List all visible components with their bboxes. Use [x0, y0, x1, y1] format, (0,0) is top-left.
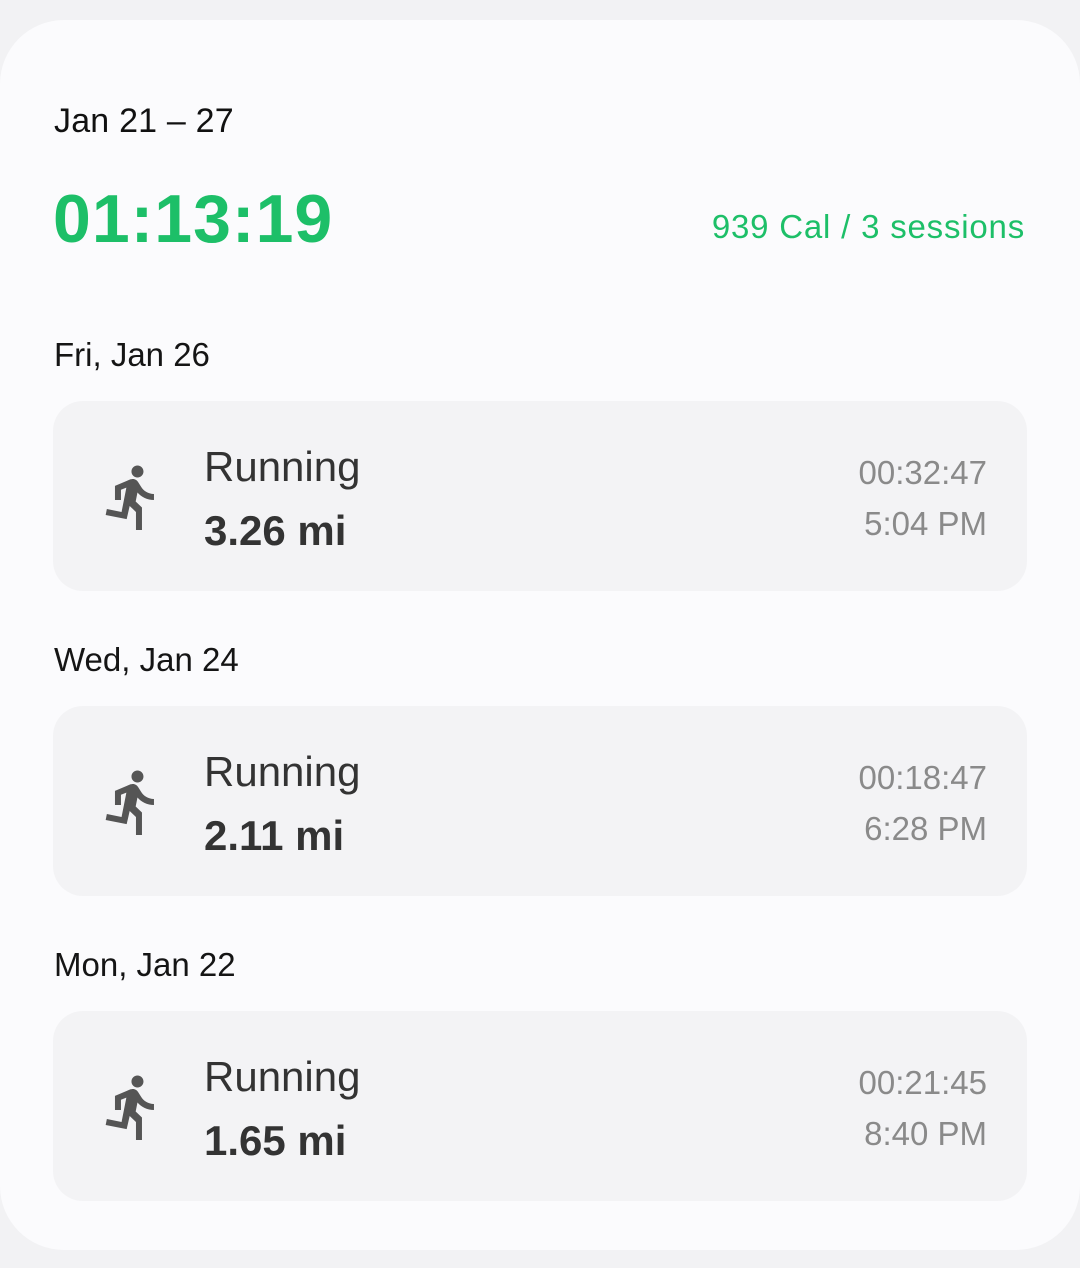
running-icon: [105, 1075, 154, 1140]
calories-sessions-summary: 939 Cal / 3 sessions: [711, 208, 1025, 245]
day-label-fri-jan-26: Fri, Jan 26: [54, 336, 210, 373]
duration: 00:21:45: [858, 1064, 987, 1101]
session-row[interactable]: Running 2.11 mi 00:18:47 6:28 PM: [53, 706, 1027, 896]
session-row[interactable]: Running 1.65 mi 00:21:45 8:40 PM: [53, 1011, 1027, 1201]
start-time: 8:40 PM: [864, 1115, 987, 1152]
duration: 00:32:47: [858, 454, 987, 491]
activity-name: Running: [204, 443, 361, 490]
day-label-mon-jan-22: Mon, Jan 22: [54, 946, 236, 983]
activity-name: Running: [204, 1053, 361, 1100]
duration: 00:18:47: [858, 759, 987, 796]
distance: 3.26 mi: [204, 507, 347, 554]
running-icon: [105, 770, 154, 835]
distance: 2.11 mi: [204, 812, 345, 859]
distance: 1.65 mi: [204, 1117, 347, 1164]
total-time: 01:13:19: [53, 181, 334, 257]
running-icon: [105, 465, 154, 530]
week-range: Jan 21 – 27: [54, 102, 234, 140]
session-row[interactable]: Running 3.26 mi 00:32:47 5:04 PM: [53, 401, 1027, 591]
start-time: 6:28 PM: [864, 810, 987, 847]
activity-name: Running: [204, 748, 361, 795]
day-label-wed-jan-24: Wed, Jan 24: [54, 641, 239, 678]
start-time: 5:04 PM: [864, 505, 987, 542]
